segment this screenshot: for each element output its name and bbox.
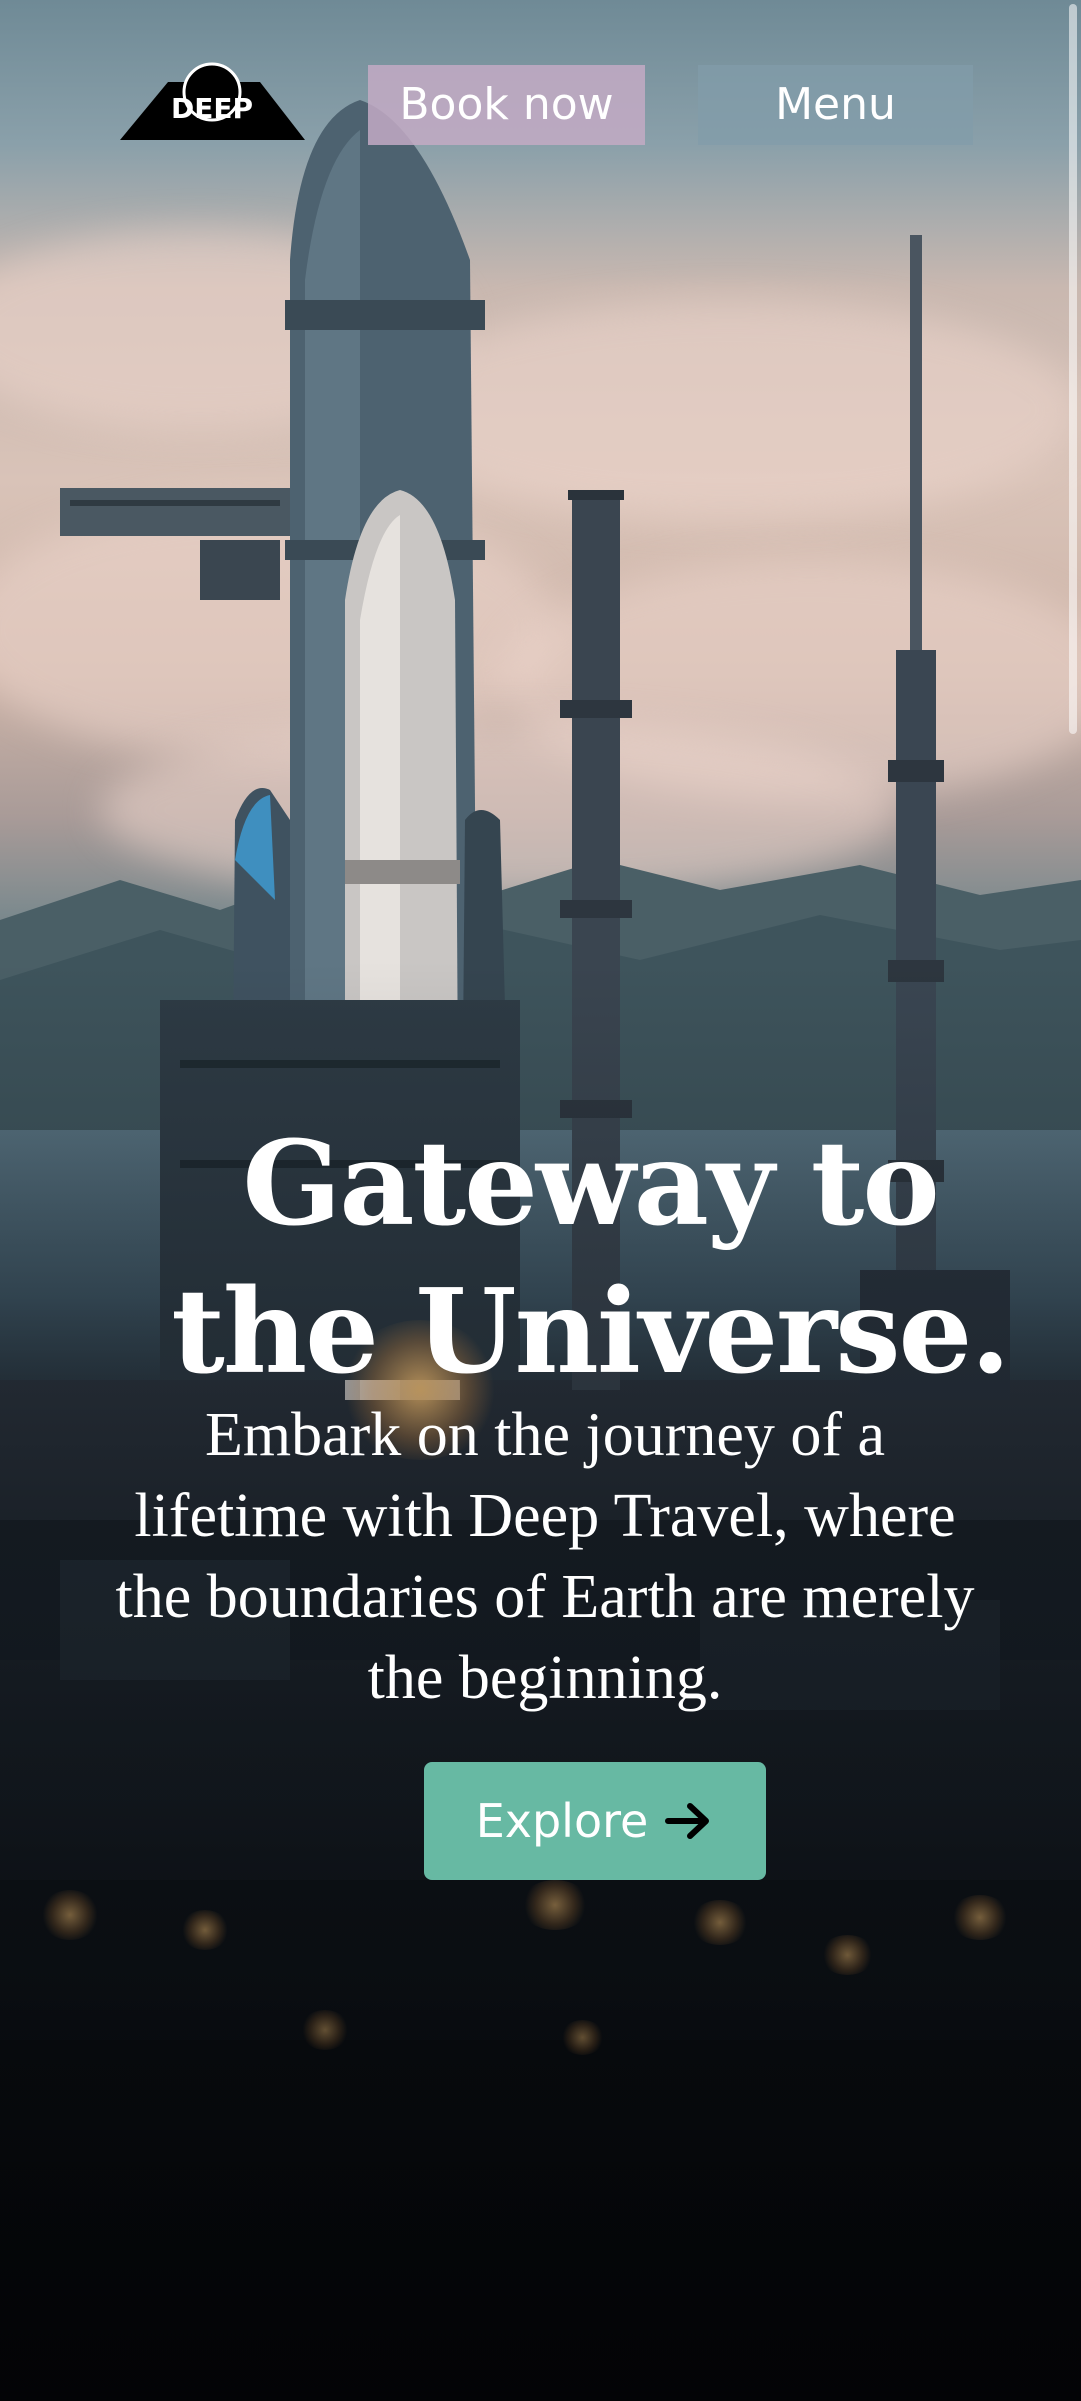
scrollbar-thumb[interactable] bbox=[1069, 4, 1077, 734]
explore-button-label: Explore bbox=[475, 1794, 649, 1848]
logo[interactable]: DEEP bbox=[120, 60, 305, 145]
book-now-button[interactable]: Book now bbox=[368, 65, 645, 145]
hero-subtitle: Embark on the journey of a lifetime with… bbox=[115, 1401, 975, 1712]
logo-wordmark: DEEP bbox=[171, 92, 253, 125]
hero-title: Gateway to the Universe. bbox=[171, 1116, 1011, 1400]
menu-button[interactable]: Menu bbox=[698, 65, 973, 145]
arrow-right-icon bbox=[665, 1803, 710, 1839]
explore-button[interactable]: Explore bbox=[424, 1762, 766, 1880]
page: DEEP Book now Menu Gateway to the Univer… bbox=[0, 0, 1081, 2401]
